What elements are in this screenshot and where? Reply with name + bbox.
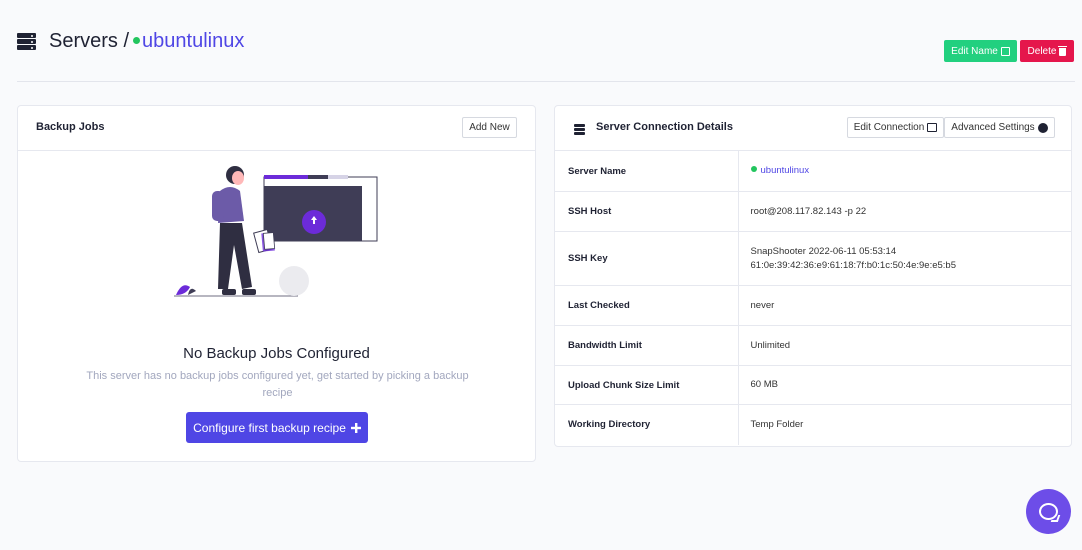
edit-name-label: Edit Name <box>951 45 998 57</box>
page-title: Servers / ubuntulinux <box>49 30 244 53</box>
empty-state-description: This server has no backup jobs configure… <box>86 370 469 399</box>
table-row: Upload Chunk Size Limit 60 MB <box>555 365 1071 405</box>
configure-backup-button[interactable]: Configure first backup recipe <box>186 412 368 443</box>
plus-icon <box>350 422 361 433</box>
status-dot <box>750 166 757 172</box>
connection-details-title: Server Connection Details <box>596 121 733 133</box>
row-value: SnapShooter 2022-06-11 05:53:14 61:0e:39… <box>738 232 1071 286</box>
row-value: Temp Folder <box>750 418 804 430</box>
row-key: SSH Key <box>555 231 739 286</box>
delete-button[interactable]: Delete <box>1020 40 1074 62</box>
edit-icon <box>927 123 938 132</box>
page-header: Servers / ubuntulinux Edit Name Delete <box>17 28 1075 82</box>
row-key: Last Checked <box>555 285 739 326</box>
table-row: Last Checked never <box>555 285 1071 326</box>
row-value: root@208.117.82.143 -p 22 <box>750 205 867 217</box>
connection-details-table: Server Name ubuntulinux SSH Host root@20… <box>555 150 1071 445</box>
status-dot <box>133 36 141 44</box>
server-icon <box>574 124 585 135</box>
row-key: Working Directory <box>555 404 739 445</box>
gauge-icon <box>1037 122 1048 133</box>
advanced-settings-label: Advanced Settings <box>951 122 1035 133</box>
advanced-settings-button[interactable]: Advanced Settings <box>944 117 1055 138</box>
row-value: 60 MB <box>750 379 778 390</box>
connection-details-card: Server Connection Details Edit Connectio… <box>554 105 1072 447</box>
table-row: SSH Key SnapShooter 2022-06-11 05:53:14 … <box>555 231 1071 286</box>
server-icon <box>17 33 36 50</box>
backup-jobs-header: Backup Jobs Add New <box>18 106 535 151</box>
table-row: SSH Host root@208.117.82.143 -p 22 <box>555 191 1071 232</box>
chat-icon <box>1039 503 1058 520</box>
empty-state-title: No Backup Jobs Configured <box>183 345 370 362</box>
ssh-key-fingerprint: 61:0e:39:42:36:e9:61:18:7f:b0:1c:50:4e:9… <box>750 259 956 271</box>
ssh-key-name: SnapShooter 2022-06-11 05:53:14 <box>750 245 897 257</box>
backup-jobs-title: Backup Jobs <box>36 121 105 133</box>
table-row: Bandwidth Limit Unlimited <box>555 325 1071 366</box>
row-key: SSH Host <box>555 191 739 232</box>
add-new-button[interactable]: Add New <box>462 117 517 138</box>
edit-icon <box>1000 46 1010 56</box>
row-value: ubuntulinux <box>738 151 1071 192</box>
backup-jobs-card: Backup Jobs Add New No Backup Jobs Confi… <box>17 105 536 462</box>
connection-details-header: Server Connection Details Edit Connectio… <box>555 106 1071 151</box>
server-name-title: ubuntulinux <box>142 30 245 52</box>
breadcrumb-separator: / <box>123 30 130 52</box>
empty-state-illustration <box>174 166 378 297</box>
breadcrumb-servers[interactable]: Servers <box>49 30 118 52</box>
row-value: never <box>750 299 775 311</box>
table-row: Working Directory Temp Folder <box>555 404 1071 445</box>
trash-icon <box>1058 45 1068 56</box>
server-name-link[interactable]: ubuntulinux <box>761 165 810 176</box>
delete-label: Delete <box>1027 45 1057 57</box>
table-row: Server Name ubuntulinux <box>555 150 1071 192</box>
configure-backup-label: Configure first backup recipe <box>193 420 346 435</box>
row-value: Unlimited <box>750 339 791 351</box>
edit-connection-label: Edit Connection <box>853 122 925 133</box>
row-key: Server Name <box>555 150 739 192</box>
row-key: Bandwidth Limit <box>555 325 739 366</box>
chat-button[interactable] <box>1026 489 1071 534</box>
edit-connection-button[interactable]: Edit Connection <box>847 117 944 138</box>
edit-name-button[interactable]: Edit Name <box>944 40 1017 62</box>
row-key: Upload Chunk Size Limit <box>555 365 739 405</box>
